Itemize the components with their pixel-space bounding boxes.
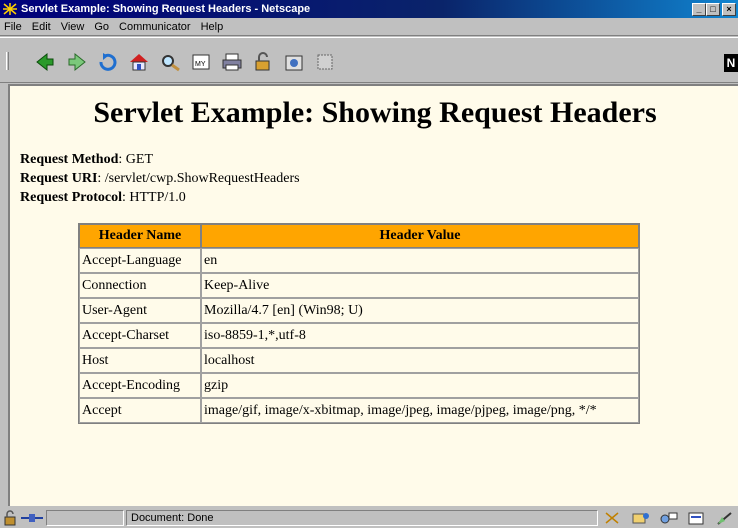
back-icon[interactable] <box>34 52 56 72</box>
progress-field <box>46 510 124 526</box>
header-value-cell: en <box>201 248 639 273</box>
request-protocol-value: HTTP/1.0 <box>129 190 186 205</box>
security-lock-icon[interactable] <box>2 510 18 526</box>
request-method-label: Request Method <box>20 152 119 167</box>
minimize-button[interactable]: _ <box>692 2 706 16</box>
security-icon[interactable] <box>252 52 274 72</box>
request-uri-value: /servlet/cwp.ShowRequestHeaders <box>104 171 300 186</box>
header-value-cell: image/gif, image/x-xbitmap, image/jpeg, … <box>201 398 639 423</box>
header-name-cell: Accept-Language <box>79 248 201 273</box>
menu-go[interactable]: Go <box>89 21 114 33</box>
reload-icon[interactable] <box>97 52 119 72</box>
component-bar-composer-icon[interactable] <box>688 511 704 525</box>
component-bar-groups-icon[interactable] <box>660 511 678 525</box>
menu-bar: File Edit View Go Communicator Help <box>0 18 738 36</box>
header-name-cell: Accept <box>79 398 201 423</box>
table-row: Connection Keep-Alive <box>79 273 639 298</box>
netscape-app-icon[interactable] <box>2 2 18 16</box>
column-header-value: Header Value <box>201 224 639 248</box>
column-header-name: Header Name <box>79 224 201 248</box>
status-bar: Document: Done <box>0 508 738 528</box>
search-icon[interactable] <box>159 52 181 72</box>
request-method-value: GET <box>125 152 153 167</box>
forward-icon[interactable] <box>66 52 88 72</box>
menu-view[interactable]: View <box>56 21 90 33</box>
header-value-cell: Mozilla/4.7 [en] (Win98; U) <box>201 298 639 323</box>
status-text: Document: Done <box>126 510 598 526</box>
header-value-cell: localhost <box>201 348 639 373</box>
window-title: Servlet Example: Showing Request Headers… <box>21 3 311 15</box>
menu-edit[interactable]: Edit <box>27 21 56 33</box>
header-value-cell: Keep-Alive <box>201 273 639 298</box>
menu-help[interactable]: Help <box>196 21 229 33</box>
toolbar-grip[interactable] <box>6 52 9 70</box>
table-header-row: Header Name Header Value <box>79 224 639 248</box>
menu-file[interactable]: File <box>0 21 27 33</box>
header-name-cell: Accept-Charset <box>79 323 201 348</box>
component-bar-navigator-icon[interactable] <box>604 511 620 525</box>
shop-icon[interactable] <box>283 52 305 72</box>
request-info: Request Method: GET Request URI: /servle… <box>20 150 730 207</box>
home-icon[interactable] <box>128 52 150 72</box>
header-name-cell: Host <box>79 348 201 373</box>
request-method-line: Request Method: GET <box>20 152 153 167</box>
table-row: Accept-Language en <box>79 248 639 273</box>
menu-communicator[interactable]: Communicator <box>114 21 196 33</box>
header-name-cell: Connection <box>79 273 201 298</box>
table-row: Accept-Encoding gzip <box>79 373 639 398</box>
request-protocol-line: Request Protocol: HTTP/1.0 <box>20 190 186 205</box>
table-row: Accept-Charset iso-8859-1,*,utf-8 <box>79 323 639 348</box>
table-row: User-Agent Mozilla/4.7 [en] (Win98; U) <box>79 298 639 323</box>
close-button[interactable]: × <box>722 2 736 16</box>
component-bar-edit-icon[interactable] <box>716 511 732 525</box>
request-uri-line: Request URI: /servlet/cwp.ShowRequestHea… <box>20 171 300 186</box>
request-protocol-label: Request Protocol <box>20 190 122 205</box>
request-uri-label: Request URI <box>20 171 98 186</box>
navigation-toolbar: MY N <box>0 37 738 83</box>
header-name-cell: Accept-Encoding <box>79 373 201 398</box>
table-row: Accept image/gif, image/x-xbitmap, image… <box>79 398 639 423</box>
print-icon[interactable] <box>221 52 243 72</box>
table-row: Host localhost <box>79 348 639 373</box>
svg-text:MY: MY <box>195 61 206 68</box>
stop-icon[interactable] <box>314 52 336 72</box>
request-headers-table: Header Name Header Value Accept-Language… <box>78 223 640 424</box>
my-netscape-icon[interactable]: MY <box>190 52 212 72</box>
header-value-cell: iso-8859-1,*,utf-8 <box>201 323 639 348</box>
header-name-cell: User-Agent <box>79 298 201 323</box>
page-content-area: Servlet Example: Showing Request Headers… <box>8 84 738 506</box>
document-body: Servlet Example: Showing Request Headers… <box>20 92 730 207</box>
header-value-cell: gzip <box>201 373 639 398</box>
connection-icon <box>20 510 44 526</box>
maximize-button[interactable]: □ <box>706 2 720 16</box>
component-bar-mail-icon[interactable] <box>632 511 649 525</box>
netscape-logo-icon[interactable]: N <box>724 54 738 72</box>
title-bar: Servlet Example: Showing Request Headers… <box>0 0 738 18</box>
page-title: Servlet Example: Showing Request Headers <box>93 96 657 129</box>
